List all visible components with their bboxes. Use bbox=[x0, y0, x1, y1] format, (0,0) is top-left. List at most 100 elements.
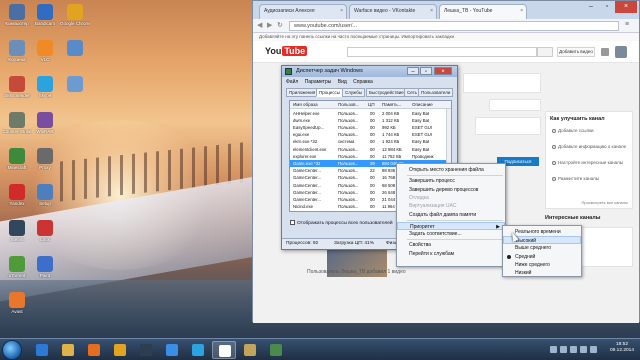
tab-applications[interactable]: Приложения bbox=[286, 88, 319, 97]
avatar[interactable] bbox=[615, 46, 627, 58]
desktop-icon[interactable]: Корзина bbox=[2, 40, 32, 62]
back-icon[interactable]: ◀ bbox=[257, 21, 262, 29]
menu-options[interactable]: Параметры bbox=[305, 79, 332, 85]
context-menu-item[interactable]: Создать файл дампа памяти bbox=[397, 211, 505, 219]
desktop-icon[interactable]: VLC bbox=[30, 40, 60, 62]
youtube-search-input[interactable] bbox=[347, 47, 537, 57]
priority-option[interactable]: Ниже среднего bbox=[503, 261, 581, 269]
url-input[interactable]: www.youtube.com/user/... bbox=[289, 21, 619, 31]
tab-close-icon[interactable]: × bbox=[340, 8, 343, 14]
tab-services[interactable]: Службы bbox=[342, 88, 366, 97]
taskbar-skype-button[interactable] bbox=[186, 341, 210, 359]
desktop-icon[interactable]: Skype bbox=[30, 76, 60, 98]
tm-maximize-button[interactable]: ▫ bbox=[420, 67, 432, 75]
chrome-tab-youtube[interactable]: Лешка_ТВ - YouTube × bbox=[439, 4, 527, 19]
tab-close-icon[interactable]: × bbox=[430, 8, 433, 14]
menu-help[interactable]: Справка bbox=[353, 79, 373, 85]
tray-network-icon[interactable] bbox=[570, 346, 577, 353]
col-memory[interactable]: Память... bbox=[382, 102, 401, 107]
view-all-link[interactable]: Просмотреть все каналы bbox=[581, 200, 628, 205]
youtube-logo[interactable]: You Tube bbox=[265, 46, 308, 56]
youtube-search-button[interactable] bbox=[537, 47, 553, 57]
taskbar-explorer-button[interactable] bbox=[56, 341, 80, 359]
improve-item[interactable]: Добавьте информацию о канале bbox=[552, 144, 626, 149]
context-menu-item[interactable]: Отладка bbox=[397, 194, 505, 202]
taskbar-warface-button[interactable] bbox=[212, 341, 236, 359]
context-menu-item[interactable]: Задать соответствие... bbox=[397, 230, 505, 238]
taskbar-media-button[interactable] bbox=[82, 341, 106, 359]
menu-icon[interactable]: ≡ bbox=[625, 21, 629, 28]
desktop-icon[interactable]: Minecraft bbox=[2, 148, 32, 170]
chrome-tab-audio[interactable]: Аудиозаписи Алексея × bbox=[259, 4, 347, 19]
reload-icon[interactable]: ↻ bbox=[277, 21, 283, 29]
context-menu-item[interactable]: Виртуализация UAC bbox=[397, 202, 505, 210]
tray-flag-icon[interactable] bbox=[560, 346, 567, 353]
context-menu-item[interactable]: Перейти к службам bbox=[397, 250, 505, 258]
context-menu-item[interactable]: Приоритет ▶ bbox=[397, 221, 505, 231]
start-button[interactable] bbox=[2, 340, 22, 360]
tray-volume-icon[interactable] bbox=[580, 346, 587, 353]
taskbar-game-button[interactable] bbox=[238, 341, 262, 359]
taskbar-ie-button[interactable] bbox=[30, 341, 54, 359]
all-users-checkbox[interactable]: Отображать процессы всех пользователей bbox=[290, 220, 393, 226]
tm-close-button[interactable]: × bbox=[434, 67, 452, 75]
desktop-icon[interactable]: Bandicam bbox=[30, 4, 60, 26]
col-user[interactable]: Пользов... bbox=[338, 102, 359, 107]
desktop-icon[interactable] bbox=[60, 76, 90, 93]
desktop-icon[interactable]: Setup bbox=[30, 184, 60, 206]
desktop-icon[interactable]: Steam bbox=[2, 220, 32, 242]
table-row[interactable]: ekrn.exe *32 система 00 1 924 КБ Easy Bat bbox=[290, 139, 451, 146]
desktop-icon[interactable]: Yandex bbox=[2, 184, 32, 206]
tab-users[interactable]: Пользователи bbox=[418, 88, 454, 97]
priority-option[interactable]: Низкий bbox=[503, 269, 581, 277]
context-menu-item[interactable]: Завершить процесс bbox=[397, 177, 505, 185]
menu-view[interactable]: Вид bbox=[338, 79, 347, 85]
taskbar-steam-button[interactable] bbox=[134, 341, 158, 359]
table-row[interactable]: egui.exe Пользов... 00 1 744 КБ ESET GUI bbox=[290, 132, 451, 139]
desktop-icon[interactable]: SMS Sender bbox=[2, 76, 32, 98]
col-cpu[interactable]: ЦП bbox=[368, 102, 375, 107]
minimize-button[interactable]: – bbox=[583, 1, 599, 13]
maximize-button[interactable]: ▫ bbox=[599, 1, 615, 13]
menu-file[interactable]: Файл bbox=[286, 79, 298, 85]
context-menu-item[interactable]: Открыть место хранения файла bbox=[397, 166, 505, 174]
tm-minimize-button[interactable]: – bbox=[407, 67, 419, 75]
table-row[interactable]: EasySpeedUp... Пользов... 00 992 КБ ESET GUI bbox=[290, 124, 451, 131]
tab-close-icon[interactable]: × bbox=[520, 8, 523, 14]
desktop-icon[interactable]: Компьютер bbox=[2, 4, 32, 26]
desktop-icon[interactable]: WinRAR bbox=[30, 112, 60, 134]
tab-processes[interactable]: Процессы bbox=[316, 88, 344, 97]
notifications-icon[interactable] bbox=[601, 48, 609, 56]
improve-item[interactable]: Разместите каналы bbox=[552, 176, 599, 181]
clock[interactable]: 18:52 09.12.2014 bbox=[606, 342, 638, 354]
desktop-icon[interactable]: uTorrent bbox=[2, 256, 32, 278]
desktop-icon[interactable]: Google Chrome bbox=[60, 4, 90, 26]
desktop-icon[interactable]: Lock bbox=[30, 220, 60, 242]
channel-search-field[interactable] bbox=[489, 99, 541, 111]
taskbar-chrome-button[interactable] bbox=[108, 341, 132, 359]
context-menu-item[interactable]: Завершить дерево процессов bbox=[397, 186, 505, 194]
taskbar-mail-button[interactable] bbox=[160, 341, 184, 359]
tab-performance[interactable]: Быстродействие bbox=[366, 88, 407, 97]
table-row[interactable]: AHHelper.exe Пользов... 00 2 004 КБ Easy Bat bbox=[290, 110, 451, 117]
desktop-icon[interactable]: Paint bbox=[30, 256, 60, 278]
taskbar-taskmgr-button[interactable] bbox=[264, 341, 288, 359]
col-description[interactable]: Описание bbox=[412, 102, 433, 107]
context-menu-item[interactable]: Свойства bbox=[397, 241, 505, 249]
table-row[interactable]: explorer.exe Пользов... 00 11 752 КБ Проводн… bbox=[290, 153, 451, 160]
improve-item[interactable]: Настройте интересные каналы bbox=[552, 160, 623, 165]
desktop-icon[interactable]: Avast bbox=[2, 292, 32, 314]
table-row[interactable]: elementclient.exe Пользов... 00 12 984 КБ Ea… bbox=[290, 146, 451, 153]
tray-arrow-icon[interactable] bbox=[550, 346, 557, 353]
priority-option[interactable]: Средний bbox=[503, 253, 581, 261]
forward-icon[interactable]: ▶ bbox=[267, 21, 272, 29]
desktop-icon[interactable] bbox=[60, 40, 90, 57]
chrome-tab-warface[interactable]: Warface видео - VKontakte × bbox=[349, 4, 437, 19]
tray-language-icon[interactable] bbox=[590, 346, 597, 353]
desktop-icon[interactable]: Proxy bbox=[30, 148, 60, 170]
priority-option[interactable]: Выше среднего bbox=[503, 244, 581, 252]
col-image-name[interactable]: Имя образа bbox=[293, 102, 318, 107]
table-row[interactable]: dwm.exe Пользов... 00 1 312 КБ Easy Bat bbox=[290, 117, 451, 124]
close-button[interactable]: × bbox=[615, 1, 637, 13]
desktop-icon[interactable]: Counter-Strike bbox=[2, 112, 32, 134]
